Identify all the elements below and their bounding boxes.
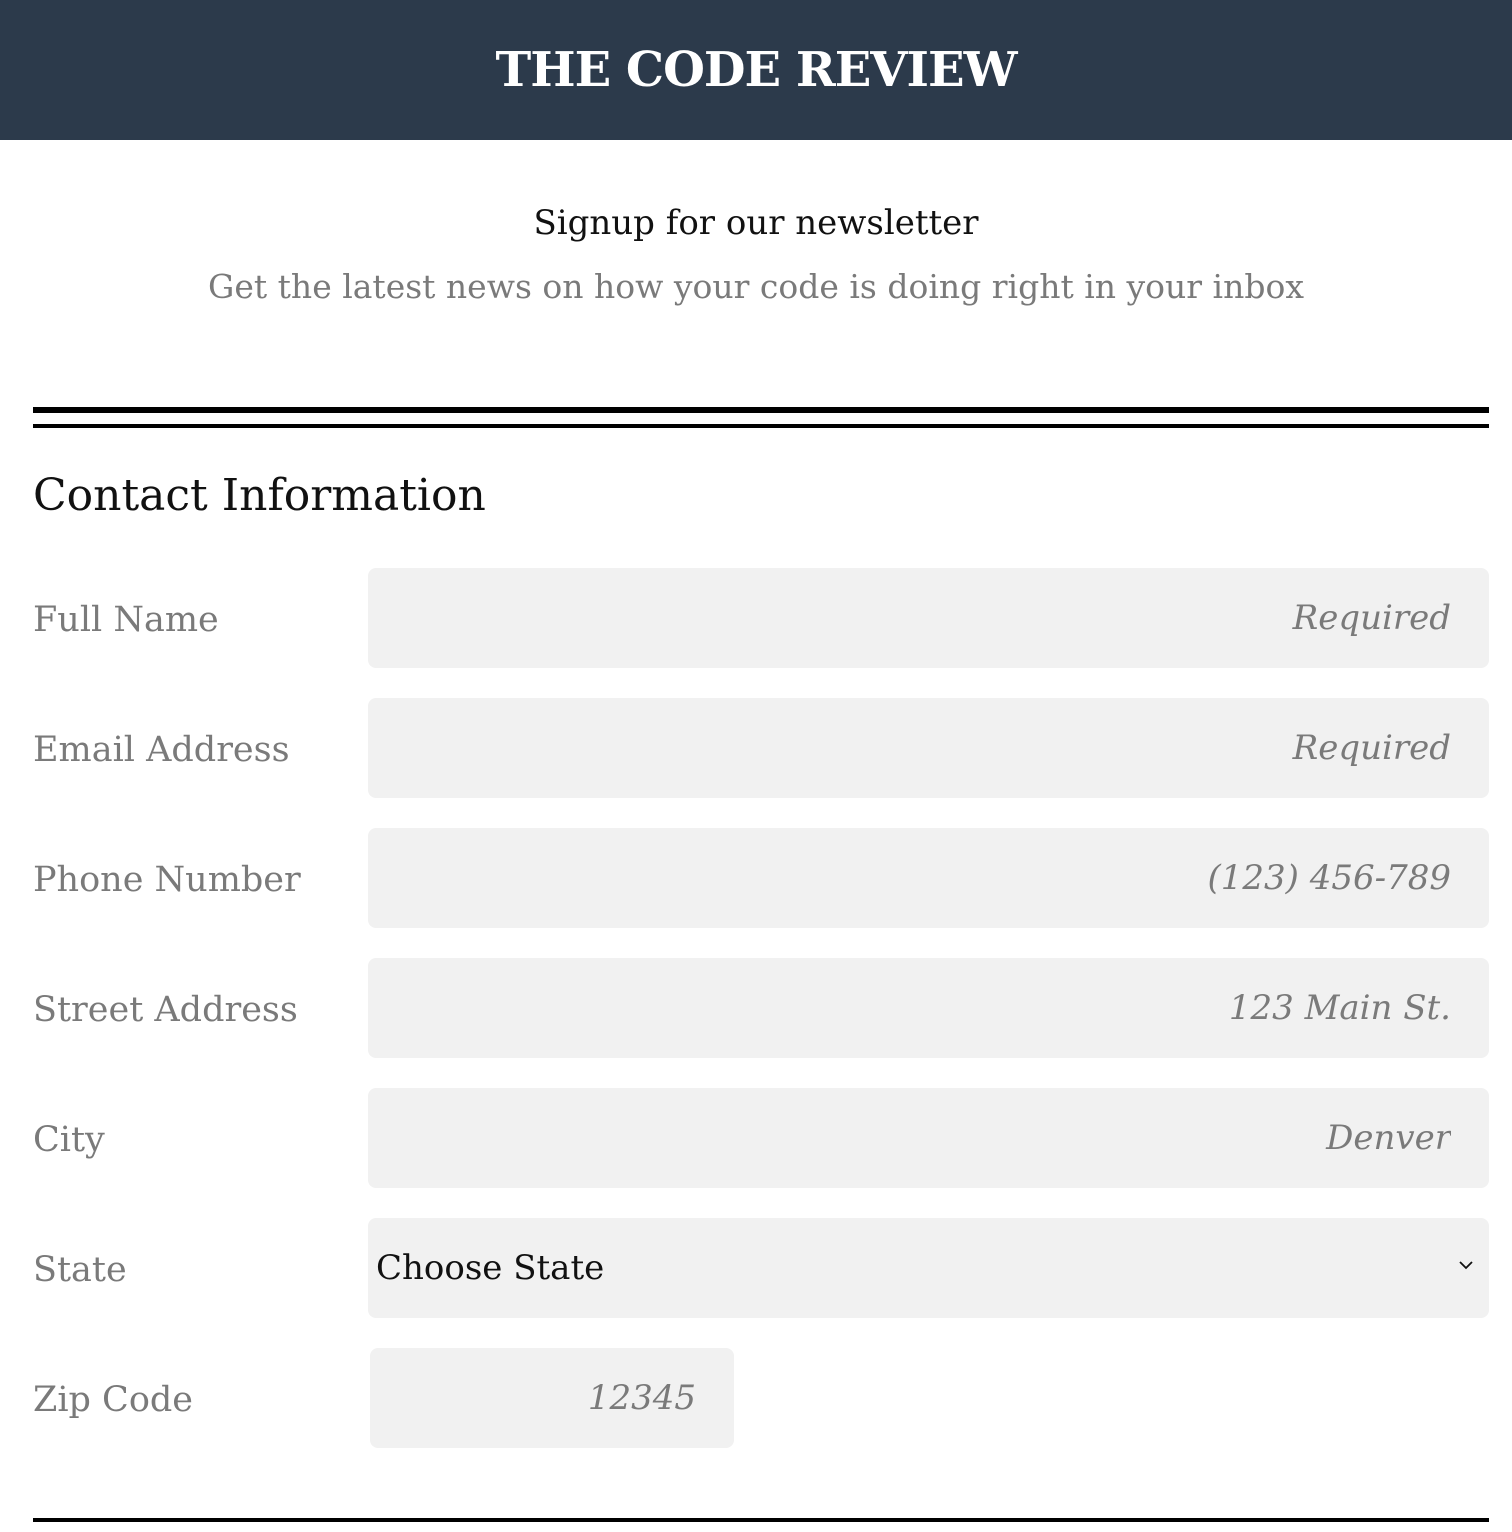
state-row: State Choose State bbox=[33, 1218, 1489, 1318]
site-title: THE CODE REVIEW bbox=[495, 42, 1018, 98]
street-label: Street Address bbox=[33, 990, 298, 1030]
divider-bottom bbox=[33, 1518, 1489, 1522]
city-input[interactable] bbox=[368, 1088, 1489, 1188]
phone-label: Phone Number bbox=[33, 860, 301, 900]
state-label: State bbox=[33, 1250, 127, 1290]
street-input[interactable] bbox=[368, 958, 1489, 1058]
full-name-input[interactable] bbox=[368, 568, 1489, 668]
site-header: THE CODE REVIEW bbox=[0, 0, 1512, 140]
email-input[interactable] bbox=[368, 698, 1489, 798]
zip-label: Zip Code bbox=[33, 1380, 194, 1420]
phone-row: Phone Number bbox=[33, 828, 1489, 928]
divider-thin bbox=[33, 424, 1489, 428]
newsletter-subtitle: Get the latest news on how your code is … bbox=[208, 267, 1304, 306]
phone-input[interactable] bbox=[368, 828, 1489, 928]
chevron-down-icon bbox=[1459, 1261, 1473, 1270]
street-row: Street Address bbox=[33, 958, 1489, 1058]
city-label: City bbox=[33, 1120, 105, 1160]
divider-thick bbox=[33, 407, 1489, 413]
city-row: City bbox=[33, 1088, 1489, 1188]
full-name-label: Full Name bbox=[33, 600, 219, 640]
zip-row: Zip Code bbox=[33, 1348, 1489, 1448]
email-row: Email Address bbox=[33, 698, 1489, 798]
newsletter-title: Signup for our newsletter bbox=[533, 203, 979, 243]
full-name-row: Full Name bbox=[33, 568, 1489, 668]
state-select[interactable]: Choose State bbox=[368, 1218, 1489, 1318]
section-title: Contact Information bbox=[33, 470, 486, 521]
zip-input[interactable] bbox=[370, 1348, 734, 1448]
state-selected-value: Choose State bbox=[376, 1248, 605, 1288]
email-label: Email Address bbox=[33, 730, 290, 770]
